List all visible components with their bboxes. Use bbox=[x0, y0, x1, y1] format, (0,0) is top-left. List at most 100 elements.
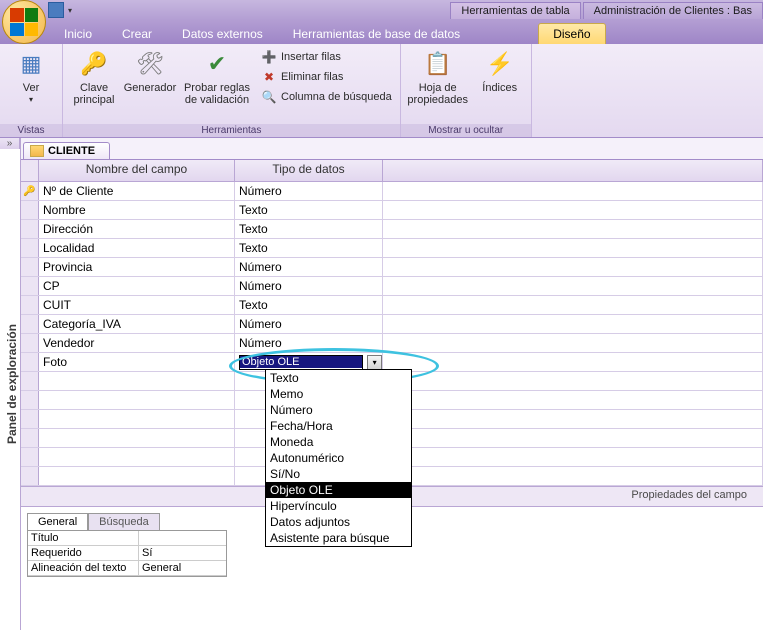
datatype-dropdown-list[interactable]: TextoMemoNúmeroFecha/HoraMonedaAutonumér… bbox=[265, 369, 412, 547]
row-selector[interactable] bbox=[21, 296, 39, 314]
field-desc-cell[interactable] bbox=[383, 201, 763, 219]
row-selector[interactable]: 🔑 bbox=[21, 182, 39, 200]
field-name-cell[interactable]: CUIT bbox=[39, 296, 235, 314]
tab-crear[interactable]: Crear bbox=[108, 24, 166, 44]
indices-button[interactable]: ⚡ Índices bbox=[475, 48, 525, 94]
field-desc-cell[interactable] bbox=[383, 182, 763, 200]
field-type-cell[interactable]: Texto bbox=[235, 296, 383, 314]
table-row[interactable]: VendedorNúmero bbox=[21, 334, 763, 353]
row-selector[interactable] bbox=[21, 277, 39, 295]
field-name-cell[interactable] bbox=[39, 372, 235, 390]
tab-datos-externos[interactable]: Datos externos bbox=[168, 24, 277, 44]
table-row[interactable]: CPNúmero bbox=[21, 277, 763, 296]
table-row[interactable]: DirecciónTexto bbox=[21, 220, 763, 239]
column-header-name[interactable]: Nombre del campo bbox=[39, 160, 235, 181]
prop-tab-general[interactable]: General bbox=[27, 513, 88, 530]
field-desc-cell[interactable] bbox=[383, 467, 763, 485]
tab-diseno[interactable]: Diseño bbox=[538, 23, 605, 44]
ver-button[interactable]: ▦ Ver ▾ bbox=[6, 48, 56, 105]
field-desc-cell[interactable] bbox=[383, 296, 763, 314]
field-desc-cell[interactable] bbox=[383, 429, 763, 447]
dropdown-option[interactable]: Asistente para búsque bbox=[266, 530, 411, 546]
field-name-cell[interactable] bbox=[39, 429, 235, 447]
row-selector[interactable] bbox=[21, 448, 39, 466]
field-type-cell[interactable]: Número bbox=[235, 258, 383, 276]
field-desc-cell[interactable] bbox=[383, 277, 763, 295]
row-selector[interactable] bbox=[21, 391, 39, 409]
table-row[interactable]: LocalidadTexto bbox=[21, 239, 763, 258]
table-row[interactable]: Categoría_IVANúmero bbox=[21, 315, 763, 334]
property-value[interactable]: General bbox=[138, 561, 226, 575]
dropdown-option[interactable]: Memo bbox=[266, 386, 411, 402]
field-desc-cell[interactable] bbox=[383, 239, 763, 257]
field-name-cell[interactable]: Foto bbox=[39, 353, 235, 371]
field-name-cell[interactable]: CP bbox=[39, 277, 235, 295]
tab-inicio[interactable]: Inicio bbox=[50, 24, 106, 44]
field-name-cell[interactable] bbox=[39, 448, 235, 466]
field-desc-cell[interactable] bbox=[383, 315, 763, 333]
field-type-cell[interactable]: Número bbox=[235, 182, 383, 200]
dropdown-trigger[interactable]: ▾ bbox=[367, 355, 382, 370]
property-row[interactable]: Título bbox=[28, 531, 226, 546]
field-type-cell[interactable]: Texto bbox=[235, 201, 383, 219]
hoja-propiedades-button[interactable]: 📋 Hoja de propiedades bbox=[407, 48, 469, 106]
dropdown-option[interactable]: Moneda bbox=[266, 434, 411, 450]
prop-tab-busqueda[interactable]: Búsqueda bbox=[88, 513, 160, 530]
dropdown-option[interactable]: Texto bbox=[266, 370, 411, 386]
field-name-cell[interactable]: Categoría_IVA bbox=[39, 315, 235, 333]
row-selector[interactable] bbox=[21, 467, 39, 485]
row-selector[interactable] bbox=[21, 372, 39, 390]
dropdown-option[interactable]: Fecha/Hora bbox=[266, 418, 411, 434]
field-desc-cell[interactable] bbox=[383, 334, 763, 352]
row-selector[interactable] bbox=[21, 201, 39, 219]
field-type-cell[interactable]: Texto bbox=[235, 239, 383, 257]
probar-reglas-button[interactable]: ✔ Probar reglas de validación bbox=[181, 48, 253, 106]
dropdown-option[interactable]: Hipervínculo bbox=[266, 498, 411, 514]
row-selector[interactable] bbox=[21, 353, 39, 371]
field-name-cell[interactable] bbox=[39, 410, 235, 428]
field-name-cell[interactable] bbox=[39, 467, 235, 485]
dropdown-option[interactable]: Objeto OLE bbox=[266, 482, 411, 498]
table-row[interactable]: NombreTexto bbox=[21, 201, 763, 220]
field-desc-cell[interactable] bbox=[383, 448, 763, 466]
insertar-filas-button[interactable]: ➕ Insertar filas bbox=[259, 48, 394, 66]
table-row[interactable]: ProvinciaNúmero bbox=[21, 258, 763, 277]
dropdown-option[interactable]: Datos adjuntos bbox=[266, 514, 411, 530]
row-gutter-header[interactable] bbox=[21, 160, 39, 181]
row-selector[interactable] bbox=[21, 410, 39, 428]
column-header-type[interactable]: Tipo de datos bbox=[235, 160, 383, 181]
row-selector[interactable] bbox=[21, 258, 39, 276]
property-row[interactable]: Alineación del textoGeneral bbox=[28, 561, 226, 576]
clave-principal-button[interactable]: 🔑 Clave principal bbox=[69, 48, 119, 106]
field-type-cell[interactable]: Texto bbox=[235, 220, 383, 238]
property-value[interactable]: Sí bbox=[138, 546, 226, 560]
field-name-cell[interactable]: Provincia bbox=[39, 258, 235, 276]
dropdown-option[interactable]: Autonumérico bbox=[266, 450, 411, 466]
field-type-cell[interactable]: Número bbox=[235, 334, 383, 352]
dropdown-option[interactable]: Número bbox=[266, 402, 411, 418]
datatype-combobox[interactable]: Objeto OLE bbox=[239, 355, 363, 370]
tab-herramientas-bd[interactable]: Herramientas de base de datos bbox=[279, 24, 474, 44]
field-desc-cell[interactable] bbox=[383, 258, 763, 276]
dropdown-option[interactable]: Sí/No bbox=[266, 466, 411, 482]
field-name-cell[interactable]: Vendedor bbox=[39, 334, 235, 352]
table-row[interactable]: 🔑Nº de ClienteNúmero bbox=[21, 182, 763, 201]
field-type-cell[interactable]: Número bbox=[235, 277, 383, 295]
columna-busqueda-button[interactable]: 🔍 Columna de búsqueda bbox=[259, 88, 394, 106]
qat-dropdown-icon[interactable]: ▾ bbox=[68, 6, 72, 15]
nav-pane-toggle[interactable]: » bbox=[0, 138, 20, 149]
field-desc-cell[interactable] bbox=[383, 391, 763, 409]
property-row[interactable]: RequeridoSí bbox=[28, 546, 226, 561]
office-button[interactable] bbox=[2, 0, 46, 44]
field-name-cell[interactable] bbox=[39, 391, 235, 409]
row-selector[interactable] bbox=[21, 315, 39, 333]
save-icon[interactable] bbox=[48, 2, 64, 18]
field-desc-cell[interactable] bbox=[383, 353, 763, 371]
field-type-cell[interactable]: Número bbox=[235, 315, 383, 333]
table-row[interactable]: CUITTexto bbox=[21, 296, 763, 315]
eliminar-filas-button[interactable]: ✖ Eliminar filas bbox=[259, 68, 394, 86]
field-name-cell[interactable]: Nombre bbox=[39, 201, 235, 219]
row-selector[interactable] bbox=[21, 239, 39, 257]
column-header-desc[interactable] bbox=[383, 160, 763, 181]
field-name-cell[interactable]: Dirección bbox=[39, 220, 235, 238]
